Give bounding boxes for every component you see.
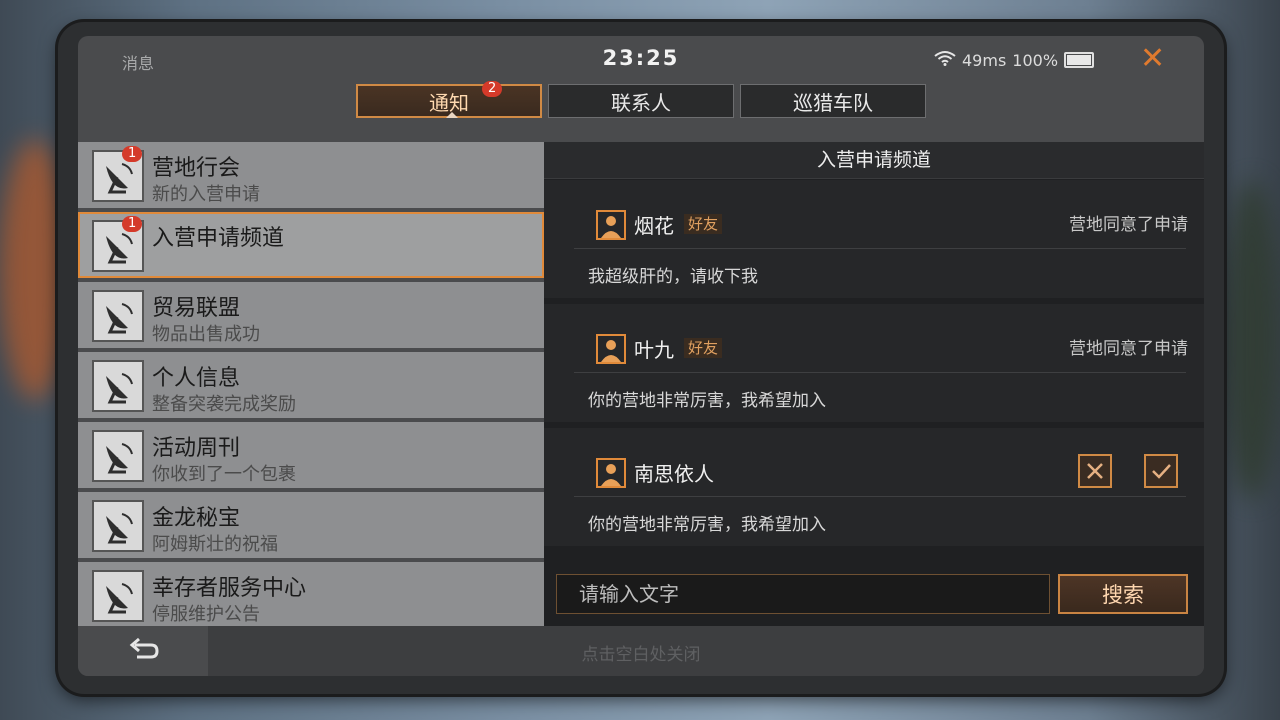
- tab-label: 联系人: [611, 90, 671, 115]
- message-item: 烟花 好友 营地同意了申请 我超级肝的，请收下我: [544, 180, 1204, 298]
- ping-value: 49ms: [962, 50, 1007, 70]
- list-item-camp-guild[interactable]: 1 营地行会 新的入营申请: [78, 142, 544, 208]
- search-button[interactable]: 搜索: [1058, 574, 1188, 614]
- bottom-bar: 点击空白处关闭: [78, 626, 1204, 676]
- satellite-dish-icon: [92, 570, 144, 622]
- sender-name: 南思依人: [634, 462, 714, 486]
- user-icon: [596, 210, 626, 240]
- wifi-icon: [934, 50, 956, 70]
- friend-tag: 好友: [684, 338, 723, 358]
- check-icon[interactable]: [1146, 456, 1176, 486]
- reject-button[interactable]: [1078, 454, 1112, 488]
- status-bar: 消息 23:25 49ms 100% ✕: [78, 36, 1204, 86]
- request-status: 营地同意了申请: [1069, 215, 1188, 235]
- list-item-title: 金龙秘宝: [152, 506, 241, 531]
- unread-badge: 1: [122, 146, 143, 162]
- satellite-dish-icon: [92, 430, 144, 482]
- list-item-subtitle: 阿姆斯壮的祝福: [152, 534, 278, 555]
- list-item-golden-dragon[interactable]: 金龙秘宝 阿姆斯壮的祝福: [78, 492, 544, 558]
- list-item-subtitle: 停服维护公告: [152, 604, 260, 625]
- close-button[interactable]: ✕: [1140, 44, 1165, 74]
- list-item-camp-application-channel[interactable]: 1 入营申请频道: [78, 212, 544, 278]
- sender-name: 叶九: [634, 338, 674, 362]
- list-item-activity-weekly[interactable]: 活动周刊 你收到了一个包裹: [78, 422, 544, 488]
- friend-tag: 好友: [684, 214, 723, 234]
- message-text: 你的营地非常厉害，我希望加入: [588, 515, 826, 535]
- list-item-title: 幸存者服务中心: [152, 576, 307, 601]
- message-item: 叶九 好友 营地同意了申请 你的营地非常厉害，我希望加入: [544, 304, 1204, 422]
- list-item-trade-alliance[interactable]: 贸易联盟 物品出售成功: [78, 282, 544, 348]
- list-item-title: 个人信息: [152, 366, 241, 391]
- list-item-title: 贸易联盟: [152, 296, 241, 321]
- close-hint: 点击空白处关闭: [581, 645, 701, 665]
- background-blur: [1224, 180, 1280, 500]
- user-icon: [596, 334, 626, 364]
- battery-percent: 100%: [1012, 50, 1059, 70]
- sender-name: 烟花: [634, 214, 674, 238]
- list-item-subtitle: 你收到了一个包裹: [152, 464, 296, 485]
- battery-icon: [1064, 52, 1095, 68]
- list-item-subtitle: 物品出售成功: [152, 324, 260, 345]
- x-icon[interactable]: [1080, 456, 1110, 486]
- tab-notifications[interactable]: 通知 2: [356, 81, 542, 118]
- unread-badge: 1: [122, 216, 143, 232]
- user-icon: [596, 458, 626, 488]
- channel-detail: 入营申请频道 烟花 好友 营地同意了申请 我超级肝的，请收下我 叶九 好友 营地…: [544, 142, 1204, 626]
- request-status: 营地同意了申请: [1069, 339, 1188, 359]
- channel-title: 入营申请频道: [544, 142, 1204, 179]
- satellite-dish-icon: [92, 290, 144, 342]
- divider: [574, 496, 1186, 497]
- divider: [574, 248, 1186, 249]
- tab-hunting-convoy[interactable]: 巡猎车队: [740, 84, 926, 118]
- unread-badge: 2: [482, 81, 503, 97]
- list-item-title: 入营申请频道: [152, 226, 285, 251]
- list-item-survivor-service[interactable]: 幸存者服务中心 停服维护公告: [78, 562, 544, 626]
- satellite-dish-icon: [92, 360, 144, 412]
- channel-list: 1 营地行会 新的入营申请 1 入营申请频道 贸易联盟 物品出售成功 个人信息 …: [78, 142, 544, 626]
- list-item-subtitle: 整备突袭完成奖励: [152, 394, 296, 415]
- divider: [574, 372, 1186, 373]
- list-item-subtitle: 新的入营申请: [152, 184, 260, 205]
- message-window: 消息 23:25 49ms 100% ✕ 通知 2 联系人 巡猎车队 1 营地行…: [78, 36, 1204, 676]
- search-input[interactable]: [556, 574, 1050, 614]
- tab-bar: 通知 2 联系人 巡猎车队: [356, 81, 926, 118]
- tab-label: 巡猎车队: [793, 90, 873, 115]
- tab-contacts[interactable]: 联系人: [548, 84, 734, 118]
- accept-button[interactable]: [1144, 454, 1178, 488]
- tab-label: 通知: [429, 90, 469, 115]
- close-icon[interactable]: ✕: [1140, 41, 1165, 76]
- list-item-title: 活动周刊: [152, 436, 241, 461]
- status-indicators: 49ms 100%: [934, 50, 1095, 70]
- list-item-personal-info[interactable]: 个人信息 整备突袭完成奖励: [78, 352, 544, 418]
- list-item-title: 营地行会: [152, 156, 241, 181]
- satellite-dish-icon: [92, 500, 144, 552]
- message-text: 我超级肝的，请收下我: [588, 267, 758, 287]
- message-text: 你的营地非常厉害，我希望加入: [588, 391, 826, 411]
